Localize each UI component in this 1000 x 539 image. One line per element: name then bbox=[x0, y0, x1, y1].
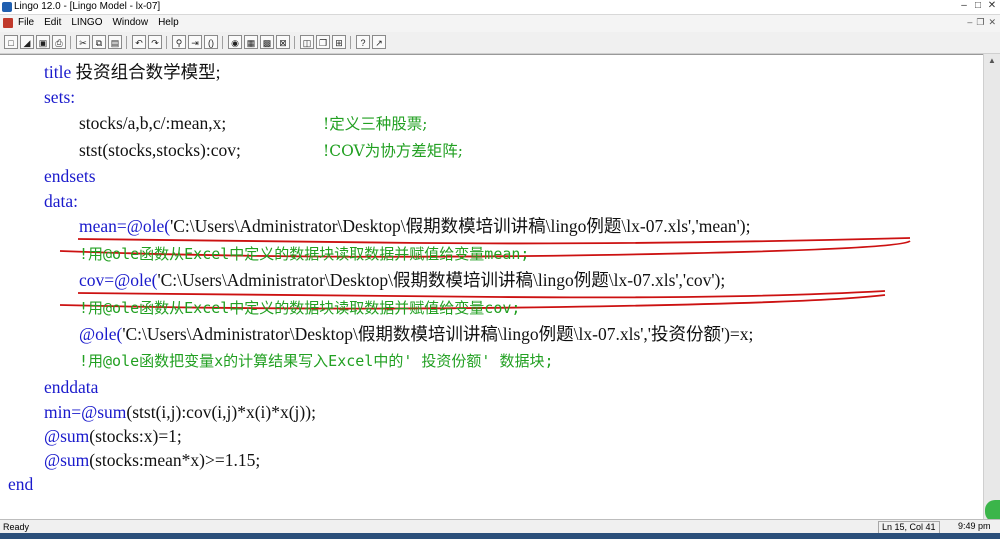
print-icon[interactable]: ⎙ bbox=[52, 35, 66, 49]
send-to-back-icon[interactable]: ◫ bbox=[300, 35, 314, 49]
close-all-icon[interactable]: ⊠ bbox=[276, 35, 290, 49]
code-line-15: @sum(stocks:x)=1; bbox=[44, 426, 182, 446]
taskbar bbox=[0, 533, 1000, 539]
code-line-6: data: bbox=[44, 191, 79, 211]
code-line-1: title 投资组合数学模型; bbox=[44, 62, 221, 82]
undo-icon[interactable]: ↶ bbox=[132, 35, 146, 49]
comment-line-10: !用@ole函数从Excel中定义的数据块读取数据并赋值给变量cov; bbox=[79, 299, 521, 317]
match-parenthesis-icon[interactable]: () bbox=[204, 35, 218, 49]
comment-line-12: !用@ole函数把变量x的计算结果写入Excel中的' 投资份额' 数据块; bbox=[79, 352, 554, 370]
help-icon[interactable]: ? bbox=[356, 35, 370, 49]
document-window-controls: – ❐ ✕ bbox=[967, 17, 996, 28]
code-line-4: stst(stocks,stocks):cov; bbox=[79, 140, 241, 160]
solution-icon[interactable]: ▦ bbox=[244, 35, 258, 49]
comment-line-8: !用@ole函数从Excel中定义的数据块读取数据并赋值给变量mean; bbox=[79, 245, 530, 263]
save-icon[interactable]: ▣ bbox=[36, 35, 50, 49]
code-line-2: sets: bbox=[44, 87, 76, 107]
menu-help[interactable]: Help bbox=[158, 17, 179, 28]
paste-icon[interactable]: ▤ bbox=[108, 35, 122, 49]
find-icon[interactable]: ⚲ bbox=[172, 35, 186, 49]
comment-line-3: !定义三种股票; bbox=[323, 115, 428, 133]
tile-icon[interactable]: ⊞ bbox=[332, 35, 346, 49]
code-line-7: mean=@ole('C:\Users\Administrator\Deskto… bbox=[79, 216, 751, 236]
maximize-icon[interactable]: □ bbox=[972, 0, 984, 12]
code-line-9: cov=@ole('C:\Users\Administrator\Desktop… bbox=[79, 270, 726, 290]
menu-bar: File Edit LINGO Window Help – ❐ ✕ bbox=[0, 15, 1000, 32]
code-line-3: stocks/a,b,c/:mean,x; bbox=[79, 113, 227, 133]
doc-close-icon[interactable]: ✕ bbox=[988, 17, 996, 28]
code-line-13: enddata bbox=[44, 377, 99, 397]
matrix-picture-icon[interactable]: ▩ bbox=[260, 35, 274, 49]
comment-line-4: !COV为协方差矩阵; bbox=[323, 142, 463, 160]
menu-file[interactable]: File bbox=[18, 17, 34, 28]
new-file-icon[interactable]: □ bbox=[4, 35, 18, 49]
close-icon[interactable]: ✕ bbox=[986, 0, 998, 12]
status-ready: Ready bbox=[3, 522, 30, 532]
redo-icon[interactable]: ↷ bbox=[148, 35, 162, 49]
menu-lingo[interactable]: LINGO bbox=[71, 17, 102, 28]
title-bar: Lingo 12.0 - [Lingo Model - lx-07] – □ ✕ bbox=[0, 0, 1000, 15]
window-title: Lingo 12.0 - [Lingo Model - lx-07] bbox=[14, 1, 161, 12]
vertical-scrollbar[interactable]: ▲ ▼ bbox=[983, 54, 1000, 519]
context-help-icon[interactable]: ↗ bbox=[372, 35, 386, 49]
code-line-14: min=@sum(stst(i,j):cov(i,j)*x(i)*x(j)); bbox=[44, 402, 316, 422]
open-file-icon[interactable]: ◢ bbox=[20, 35, 34, 49]
code-line-16: @sum(stocks:mean*x)>=1.15; bbox=[44, 450, 261, 470]
minimize-icon[interactable]: – bbox=[958, 0, 970, 12]
code-line-17: end bbox=[8, 474, 34, 494]
doc-minimize-icon[interactable]: – bbox=[967, 17, 972, 28]
lingo-app-icon bbox=[2, 2, 12, 12]
cascade-icon[interactable]: ❐ bbox=[316, 35, 330, 49]
code-line-5: endsets bbox=[44, 166, 96, 186]
goto-line-icon[interactable]: ⇥ bbox=[188, 35, 202, 49]
status-bar: Ready Ln 15, Col 41 9:49 pm bbox=[0, 519, 1000, 534]
menu-window[interactable]: Window bbox=[112, 17, 148, 28]
toolbar: □ ◢ ▣ ⎙ ✂ ⧉ ▤ ↶ ↷ ⚲ ⇥ () ◉ ▦ ▩ ⊠ ◫ ❐ ⊞ ?… bbox=[0, 33, 1000, 54]
code-editor[interactable]: title 投资组合数学模型; sets: stocks/a,b,c/:mean… bbox=[0, 54, 983, 520]
status-time: 9:49 pm bbox=[958, 521, 991, 531]
doc-restore-icon[interactable]: ❐ bbox=[976, 17, 984, 28]
code-line-11: @ole('C:\Users\Administrator\Desktop\假期数… bbox=[79, 324, 754, 344]
scroll-up-icon[interactable]: ▲ bbox=[987, 56, 997, 66]
window-controls: – □ ✕ bbox=[958, 0, 998, 12]
menu-edit[interactable]: Edit bbox=[44, 17, 61, 28]
document-icon bbox=[3, 18, 13, 28]
copy-icon[interactable]: ⧉ bbox=[92, 35, 106, 49]
cut-icon[interactable]: ✂ bbox=[76, 35, 90, 49]
solve-icon[interactable]: ◉ bbox=[228, 35, 242, 49]
